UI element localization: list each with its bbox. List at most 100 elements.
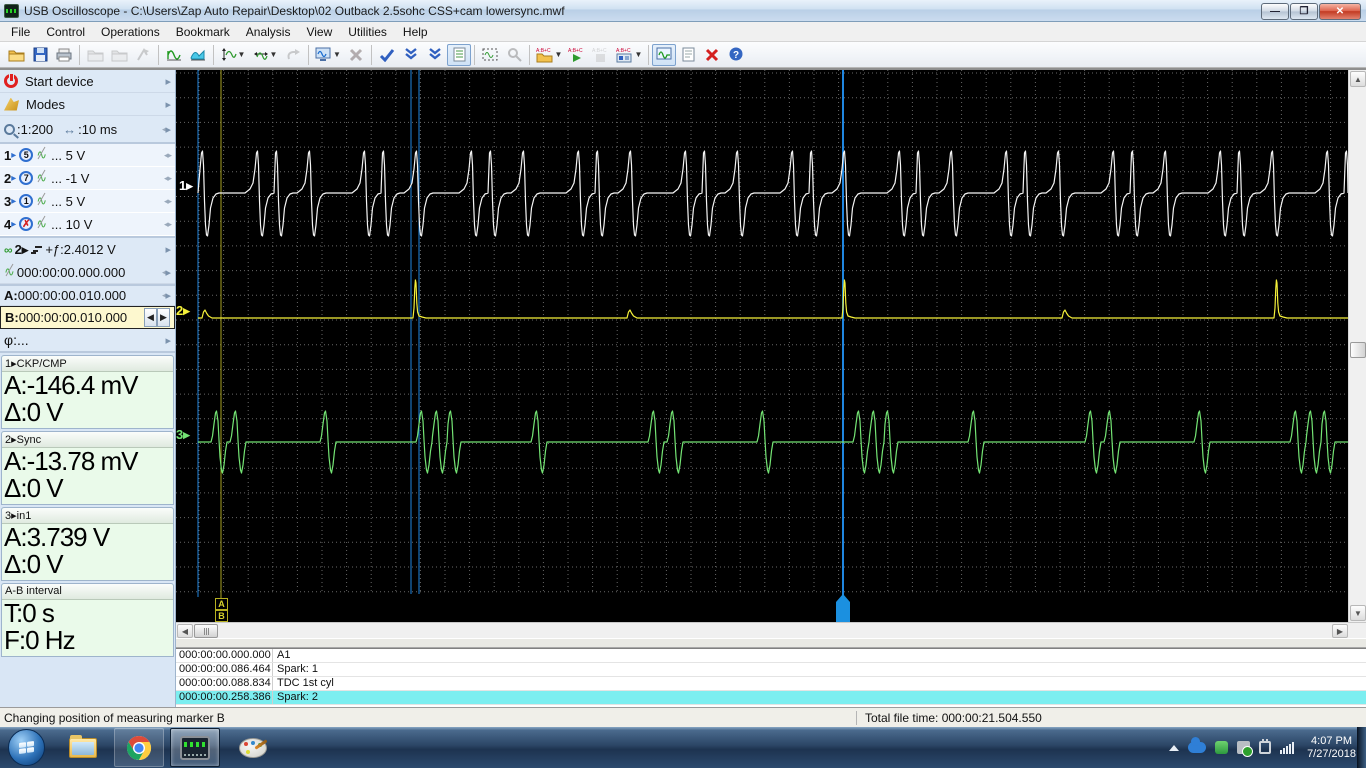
select-fragment-button[interactable] [478,44,502,66]
menu-control[interactable]: Control [38,23,93,41]
zoom-ratio-value[interactable]: :1:200 [17,122,53,137]
channel-range-value[interactable]: ... -1 V [51,171,89,186]
help-button[interactable]: ? [724,44,748,66]
marker-b-left-button[interactable]: ◀ [144,308,157,327]
channel-range-value[interactable]: ... 5 V [51,194,85,209]
event-row[interactable]: 000:00:00.000.000A1 [176,649,1366,663]
horizontal-scrollbar[interactable]: ◀ ▶ [176,622,1366,638]
menu-bookmark[interactable]: Bookmark [168,23,238,41]
channel-3-settings-row[interactable]: 3▸1∿... 5 V◂▸ [0,190,175,213]
dropdown-caret-icon[interactable]: ▼ [238,50,246,59]
close-button[interactable]: ✕ [1319,3,1361,20]
network-signal-icon[interactable] [1280,742,1294,754]
channel-2-settings-row[interactable]: 2▸7∿... -1 V◂▸ [0,167,175,190]
horizontal-zoom-button[interactable]: ▼ [249,44,281,66]
zoom-settings-row[interactable]: :1:200 ↔ :10 ms ◂ ▸ [0,116,175,144]
accept-next-button[interactable] [399,44,423,66]
antivirus-icon[interactable] [1215,741,1228,754]
marker-a-value[interactable]: 000:00:00.010.000 [18,288,126,303]
event-log-button[interactable] [447,44,471,66]
probe-badge[interactable]: ✗ [19,217,33,231]
marker-b-row[interactable]: B: 000:00:00.010.000 ◀ ▶ [0,306,175,329]
dropdown-caret-icon[interactable]: ▼ [635,50,643,59]
save-file-button[interactable] [28,44,52,66]
restore-button[interactable]: ❐ [1290,3,1318,20]
next-arrow-icon[interactable]: ▸ [165,289,171,302]
taskbar-chrome-button[interactable] [114,728,164,767]
minimize-button[interactable]: — [1261,3,1289,20]
scroll-up-button[interactable]: ▲ [1350,71,1366,87]
power-plan-icon[interactable] [1259,741,1271,754]
display-mode-button[interactable]: ▼ [312,44,344,66]
script-config-button[interactable]: A:B+C▼ [613,44,645,66]
vertical-zoom-button[interactable]: ▼ [217,44,249,66]
accept-button[interactable] [375,44,399,66]
vertical-scroll-thumb[interactable] [1350,342,1366,358]
scroll-down-button[interactable]: ▼ [1350,605,1366,621]
view-waveform-button[interactable] [652,44,676,66]
trigger-settings-row[interactable]: ∞ 2▸ +ƒ:2.4012 V ▸ [0,236,175,261]
start-device-button[interactable]: Start device ▸ [0,70,175,93]
accept-all-button[interactable] [423,44,447,66]
show-desktop-button[interactable] [1357,727,1366,768]
probe-badge[interactable]: 5 [19,148,33,162]
marker-b-right-button[interactable]: ▶ [157,308,170,327]
sync-time-value[interactable]: 000:00:00.000.000 [17,265,125,280]
dropdown-caret-icon[interactable]: ▼ [270,50,278,59]
marker-a-row[interactable]: A: 000:00:00.010.000 ◂ ▸ [0,284,175,306]
taskbar-explorer-button[interactable] [58,728,108,767]
range-adjust-icons[interactable]: ◂▸ [164,150,171,161]
marker-b-value[interactable]: 000:00:00.010.000 [19,310,127,325]
marker-b-handle[interactable]: B [215,610,228,622]
menu-help[interactable]: Help [395,23,436,41]
waveform-plot[interactable]: 1▸2▸3▸ A B [176,70,1348,622]
script-open-button[interactable]: A:B+C▼ [533,44,565,66]
menu-file[interactable]: File [3,23,38,41]
close-file-button[interactable] [700,44,724,66]
time-per-div-value[interactable]: :10 ms [78,122,117,137]
taskbar-clock[interactable]: 4:07 PM 7/27/2018 [1307,735,1356,761]
range-adjust-icons[interactable]: ◂▸ [164,219,171,230]
start-button[interactable] [8,729,45,766]
marker-a-handle[interactable]: A [215,598,228,610]
menu-operations[interactable]: Operations [93,23,168,41]
next-arrow-icon[interactable]: ▸ [165,266,171,279]
event-row[interactable]: 000:00:00.258.386Spark: 2 [176,691,1366,705]
next-arrow-icon[interactable]: ▸ [165,123,171,136]
open-file-button[interactable] [4,44,28,66]
dropdown-caret-icon[interactable]: ▼ [555,50,563,59]
event-row[interactable]: 000:00:00.086.464Spark: 1 [176,663,1366,677]
range-adjust-icons[interactable]: ◂▸ [164,196,171,207]
menu-analysis[interactable]: Analysis [238,23,299,41]
sync-time-row[interactable]: ∿ 000:00:00.000.000 ◂ ▸ [0,261,175,284]
print-button[interactable] [52,44,76,66]
taskbar-oscilloscope-button[interactable] [170,728,220,767]
channel-1-settings-row[interactable]: 1▸5∿... 5 V◂▸ [0,144,175,167]
script-run-button[interactable]: A:B+C [565,44,589,66]
channel-range-value[interactable]: ... 10 V [51,217,92,232]
menu-utilities[interactable]: Utilities [340,23,395,41]
cloud-sync-icon[interactable] [1188,742,1206,753]
menu-view[interactable]: View [298,23,340,41]
vertical-scrollbar[interactable]: ▲ ▼ [1348,70,1366,622]
modes-button[interactable]: Modes ▸ [0,93,175,116]
horizontal-scroll-thumb[interactable] [194,624,218,638]
view-report-button[interactable] [676,44,700,66]
range-adjust-icons[interactable]: ◂▸ [164,173,171,184]
probe-badge[interactable]: 1 [19,194,33,208]
tray-expand-icon[interactable] [1169,745,1179,751]
event-row[interactable]: 000:00:00.088.834TDC 1st cyl [176,677,1366,691]
splitter-bar[interactable] [176,638,1366,648]
channel-4-settings-row[interactable]: 4▸✗∿... 10 V◂▸ [0,213,175,236]
measure-tool-button[interactable] [162,44,186,66]
scroll-left-button[interactable]: ◀ [177,624,193,638]
scroll-right-button[interactable]: ▶ [1332,624,1348,638]
fragment-tool-button[interactable] [186,44,210,66]
channel-range-value[interactable]: ... 5 V [51,148,85,163]
dropdown-caret-icon[interactable]: ▼ [333,50,341,59]
phase-row[interactable]: φ:... ▸ [0,329,175,353]
taskbar-paint-button[interactable] [228,728,278,767]
trigger-level-value[interactable]: +ƒ:2.4012 V [45,242,115,257]
usb-safely-remove-icon[interactable] [1237,741,1250,754]
probe-badge[interactable]: 7 [19,171,33,185]
